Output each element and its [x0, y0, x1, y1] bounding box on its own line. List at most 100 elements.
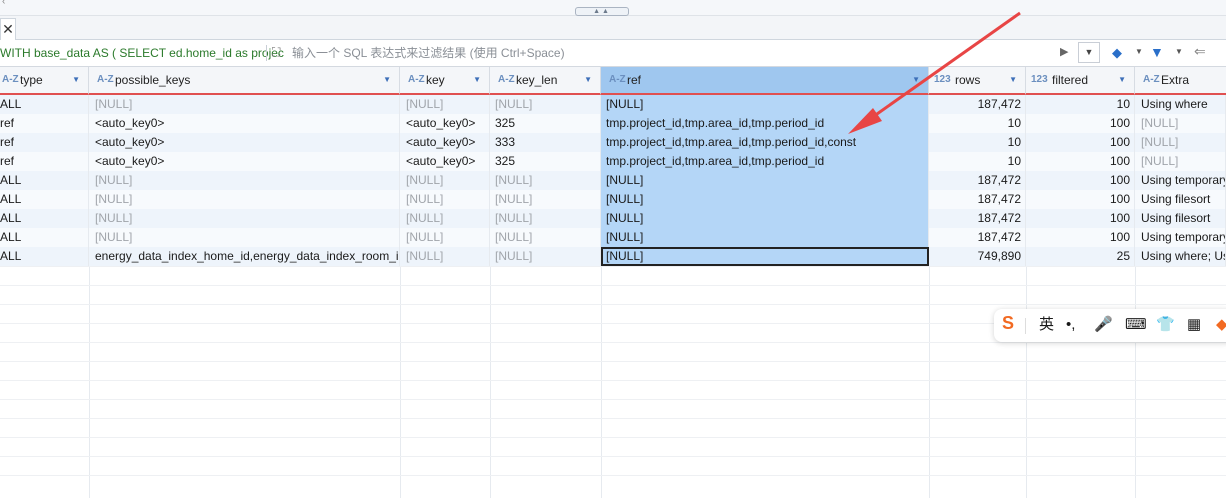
table-row[interactable]: ALL energy_data_index_home_id,energy_data…	[0, 247, 1226, 266]
table-cell[interactable]: <auto_key0>	[400, 133, 490, 152]
table-cell[interactable]: [NULL]	[601, 190, 929, 209]
sort-dropdown-icon[interactable]: ▼	[584, 67, 592, 93]
column-header-type[interactable]: A-Z type ▼	[0, 67, 89, 95]
table-row[interactable]: ALL [NULL] [NULL] [NULL] [NULL] 187,472 100 Usi…	[0, 190, 1226, 209]
column-header-filtered[interactable]: 123 filtered ▼	[1026, 67, 1135, 95]
column-header-key[interactable]: A-Z key ▼	[400, 67, 490, 95]
table-row[interactable]: ALL [NULL] [NULL] [NULL] [NULL] 187,472 100 Usi…	[0, 209, 1226, 228]
table-cell[interactable]: 25	[1026, 247, 1135, 266]
panel-splitter-toggle[interactable]: ▲▲	[575, 7, 629, 16]
table-cell[interactable]: 10	[929, 133, 1026, 152]
table-cell[interactable]: [NULL]	[490, 247, 601, 266]
table-cell[interactable]: [NULL]	[490, 190, 601, 209]
funnel-icon[interactable]: ▼	[1150, 44, 1164, 60]
table-row[interactable]: ALL [NULL] [NULL] [NULL] [NULL] 187,472 100 Usi…	[0, 228, 1226, 247]
table-cell[interactable]: 187,472	[929, 190, 1026, 209]
table-cell[interactable]: [NULL]	[400, 190, 490, 209]
table-cell[interactable]: [NULL]	[1135, 152, 1226, 171]
table-cell[interactable]: [NULL]	[601, 95, 929, 114]
table-cell[interactable]: <auto_key0>	[89, 114, 400, 133]
table-cell[interactable]: [NULL]	[400, 95, 490, 114]
table-cell[interactable]: Using temporary	[1135, 228, 1226, 247]
table-row[interactable]: ALL [NULL] [NULL] [NULL] [NULL] 187,472 10 Usin…	[0, 95, 1226, 114]
table-cell[interactable]: 10	[929, 114, 1026, 133]
table-cell[interactable]: [NULL]	[1135, 133, 1226, 152]
table-cell[interactable]: [NULL]	[400, 247, 490, 266]
table-cell[interactable]: 10	[929, 152, 1026, 171]
table-cell[interactable]: 100	[1026, 152, 1135, 171]
table-cell[interactable]: <auto_key0>	[89, 133, 400, 152]
table-cell[interactable]: ALL	[0, 190, 89, 209]
chevron-down-icon[interactable]: ▼	[1175, 47, 1183, 56]
table-cell[interactable]: 100	[1026, 228, 1135, 247]
sort-dropdown-icon[interactable]: ▼	[473, 67, 481, 93]
table-cell[interactable]: [NULL]	[1135, 114, 1226, 133]
table-cell[interactable]: 325	[490, 114, 601, 133]
table-cell[interactable]: [NULL]	[89, 209, 400, 228]
eraser-icon[interactable]: ◆	[1112, 45, 1122, 61]
table-cell[interactable]: tmp.project_id,tmp.area_id,tmp.period_id	[601, 152, 929, 171]
table-cell[interactable]: 333	[490, 133, 601, 152]
table-cell[interactable]: Using temporary	[1135, 171, 1226, 190]
table-cell[interactable]: [NULL]	[89, 95, 400, 114]
table-cell[interactable]: 10	[1026, 95, 1135, 114]
column-header-key-len[interactable]: A-Z key_len ▼	[490, 67, 601, 95]
column-header-possible-keys[interactable]: A-Z possible_keys ▼	[89, 67, 400, 95]
table-cell[interactable]: 100	[1026, 190, 1135, 209]
table-cell[interactable]: <auto_key0>	[400, 152, 490, 171]
filter-history-dropdown[interactable]: ▼	[1078, 42, 1100, 63]
table-cell[interactable]: [NULL]	[89, 171, 400, 190]
table-cell[interactable]: 325	[490, 152, 601, 171]
table-cell[interactable]: Using where; Us	[1135, 247, 1226, 266]
table-cell[interactable]: [NULL]	[89, 228, 400, 247]
language-toggle[interactable]: 英	[1039, 316, 1054, 334]
column-header-rows[interactable]: 123 rows ▼	[929, 67, 1026, 95]
table-cell[interactable]: <auto_key0>	[89, 152, 400, 171]
table-cell[interactable]: [NULL]	[400, 171, 490, 190]
table-cell[interactable]: 100	[1026, 209, 1135, 228]
table-cell[interactable]: ALL	[0, 228, 89, 247]
column-header-extra[interactable]: A-Z Extra	[1135, 67, 1226, 95]
table-cell[interactable]: tmp.project_id,tmp.area_id,tmp.period_id	[601, 114, 929, 133]
table-cell[interactable]: ref	[0, 114, 89, 133]
sort-dropdown-icon[interactable]: ▼	[383, 67, 391, 93]
toolbox-grid-icon[interactable]: ▦	[1187, 316, 1201, 334]
play-icon[interactable]: ▶	[1060, 45, 1068, 58]
table-cell[interactable]: [NULL]	[490, 171, 601, 190]
table-row[interactable]: ref <auto_key0> <auto_key0> 325 tmp.project_…	[0, 152, 1226, 171]
table-cell[interactable]: energy_data_index_home_id,energy_data_in…	[89, 247, 400, 266]
microphone-icon[interactable]: 🎤	[1094, 316, 1113, 334]
keyboard-icon[interactable]: ⌨	[1125, 316, 1147, 334]
sort-dropdown-icon[interactable]: ▼	[912, 67, 920, 93]
table-cell[interactable]: 187,472	[929, 95, 1026, 114]
table-cell[interactable]: ALL	[0, 171, 89, 190]
sort-dropdown-icon[interactable]: ▼	[72, 67, 80, 93]
table-cell[interactable]: ALL	[0, 247, 89, 266]
expand-icon[interactable]: ⛶	[272, 45, 286, 59]
table-cell[interactable]: 100	[1026, 171, 1135, 190]
table-cell[interactable]: [NULL]	[490, 95, 601, 114]
table-row[interactable]: ALL [NULL] [NULL] [NULL] [NULL] 187,472 100 Usi…	[0, 171, 1226, 190]
more-icon[interactable]: ◆	[1216, 316, 1226, 334]
back-arrow-icon[interactable]: ⇐	[1194, 43, 1206, 60]
table-cell[interactable]: ALL	[0, 209, 89, 228]
table-cell[interactable]: 187,472	[929, 171, 1026, 190]
table-cell[interactable]: Using filesort	[1135, 190, 1226, 209]
table-cell[interactable]: [NULL]	[400, 228, 490, 247]
table-row[interactable]: ref <auto_key0> <auto_key0> 325 tmp.project_…	[0, 114, 1226, 133]
table-cell[interactable]: 100	[1026, 114, 1135, 133]
table-cell[interactable]: [NULL]	[601, 247, 929, 266]
sogou-logo-icon[interactable]: S	[1002, 314, 1014, 332]
table-cell[interactable]: [NULL]	[400, 209, 490, 228]
table-cell[interactable]: 187,472	[929, 228, 1026, 247]
table-cell[interactable]: [NULL]	[490, 209, 601, 228]
table-cell[interactable]: ref	[0, 152, 89, 171]
skin-icon[interactable]: 👕	[1156, 316, 1175, 334]
sort-dropdown-icon[interactable]: ▼	[1009, 67, 1017, 93]
table-cell[interactable]: Using where	[1135, 95, 1226, 114]
table-cell[interactable]: [NULL]	[490, 228, 601, 247]
punctuation-icon[interactable]: •,	[1066, 316, 1075, 334]
table-cell[interactable]: ref	[0, 133, 89, 152]
table-cell[interactable]: <auto_key0>	[400, 114, 490, 133]
table-cell[interactable]: [NULL]	[89, 190, 400, 209]
